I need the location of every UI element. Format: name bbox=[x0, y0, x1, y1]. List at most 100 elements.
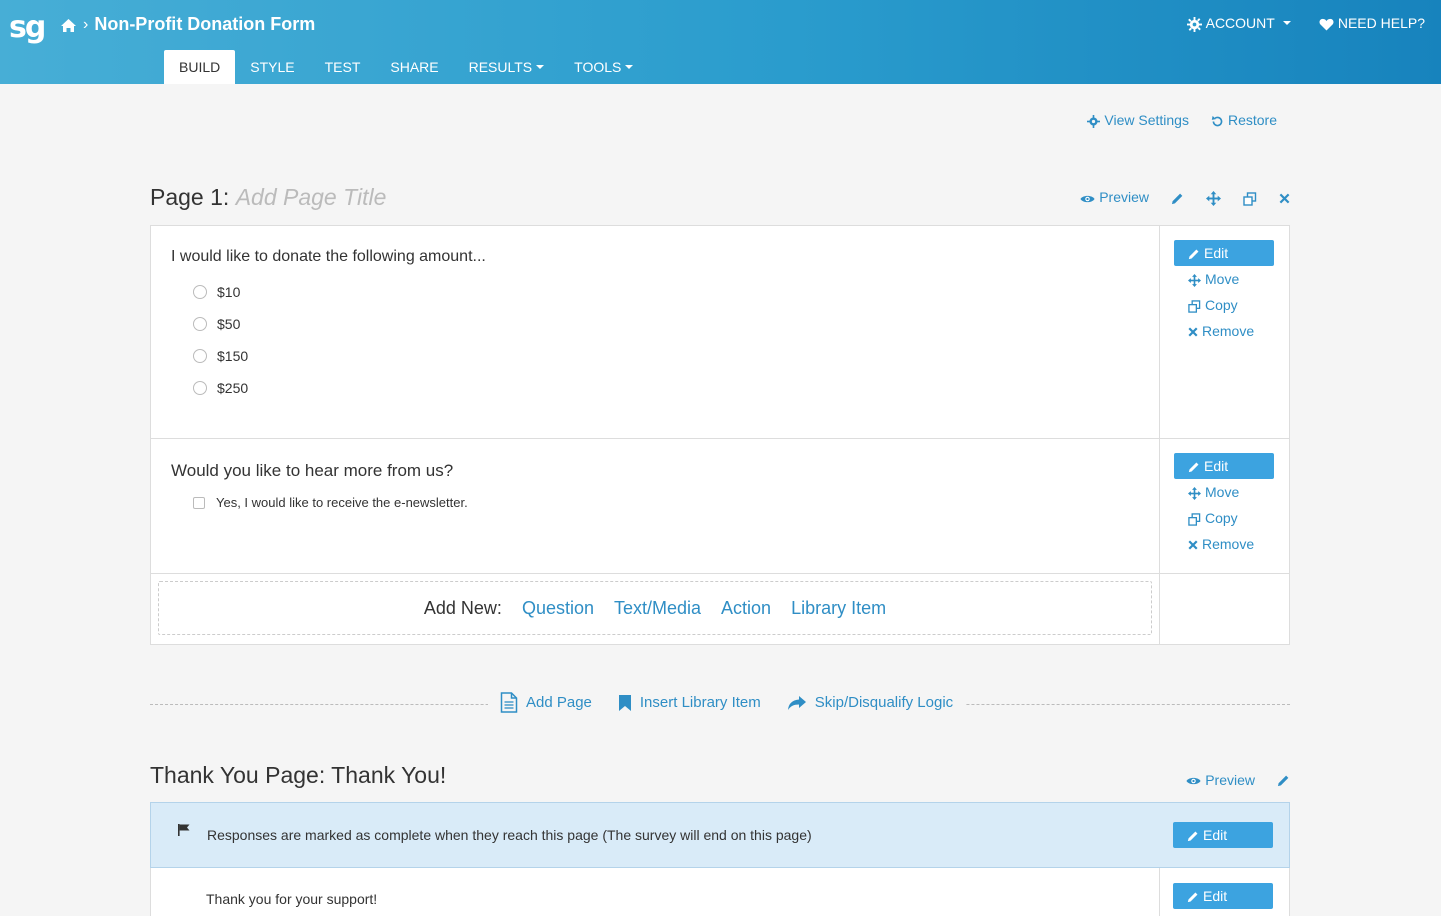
checkbox[interactable] bbox=[193, 497, 205, 509]
add-action-link[interactable]: Action bbox=[721, 598, 771, 619]
question-body[interactable]: Would you like to hear more from us? Yes… bbox=[151, 439, 1160, 573]
account-label: ACCOUNT bbox=[1205, 15, 1275, 32]
move-label: Move bbox=[1205, 484, 1240, 500]
eye-icon bbox=[1186, 772, 1201, 788]
copy-icon bbox=[1188, 297, 1201, 313]
heart-icon bbox=[1319, 15, 1334, 31]
eye-icon bbox=[1080, 189, 1095, 205]
pencil-icon[interactable] bbox=[1277, 772, 1290, 788]
complete-notice-row: Responses are marked as complete when th… bbox=[150, 802, 1290, 868]
radio-button[interactable] bbox=[193, 285, 207, 299]
page-actions: Preview bbox=[1080, 189, 1290, 206]
pencil-icon[interactable] bbox=[1171, 189, 1184, 205]
page-title: Page 1: Add Page Title bbox=[150, 184, 386, 211]
radio-option[interactable]: $10 bbox=[171, 276, 1139, 308]
thank-you-message-row: Thank you for your support! Edit bbox=[151, 868, 1289, 916]
app-logo[interactable]: sg bbox=[9, 10, 46, 45]
message-actions: Edit bbox=[1160, 868, 1289, 916]
remove-link[interactable]: Remove bbox=[1174, 318, 1275, 344]
page-title-placeholder[interactable]: Add Page Title bbox=[236, 184, 387, 210]
survey-title[interactable]: Non-Profit Donation Form bbox=[94, 14, 315, 35]
pencil-icon bbox=[1188, 245, 1200, 261]
restore-icon bbox=[1211, 112, 1224, 128]
home-icon[interactable] bbox=[60, 14, 77, 35]
copy-link[interactable]: Copy bbox=[1174, 505, 1275, 531]
thank-you-title: Thank You Page: Thank You! bbox=[150, 762, 447, 788]
copy-link[interactable]: Copy bbox=[1174, 292, 1275, 318]
page-number-label: Page 1: bbox=[150, 184, 230, 210]
move-link[interactable]: Move bbox=[1174, 479, 1275, 505]
pencil-icon bbox=[1187, 888, 1199, 904]
document-icon bbox=[500, 692, 518, 713]
edit-label: Edit bbox=[1203, 827, 1228, 843]
tab-build[interactable]: BUILD bbox=[164, 50, 236, 84]
skip-logic-link[interactable]: Skip/Disqualify Logic bbox=[787, 694, 953, 711]
question-row: I would like to donate the following amo… bbox=[151, 226, 1289, 439]
help-menu[interactable]: NEED HELP? bbox=[1319, 15, 1425, 32]
add-new-label: Add New: bbox=[423, 597, 502, 618]
edit-label: Edit bbox=[1203, 888, 1228, 904]
copy-icon[interactable] bbox=[1243, 189, 1257, 206]
question-title: I would like to donate the following amo… bbox=[171, 248, 486, 265]
edit-button[interactable]: Edit bbox=[1174, 240, 1274, 266]
move-icon[interactable] bbox=[1206, 189, 1221, 206]
tab-style[interactable]: STYLE bbox=[235, 50, 309, 84]
notice-actions: Edit bbox=[1160, 803, 1289, 867]
question-row: Would you like to hear more from us? Yes… bbox=[151, 439, 1289, 574]
radio-button[interactable] bbox=[193, 349, 207, 363]
radio-button[interactable] bbox=[193, 317, 207, 331]
share-arrow-icon bbox=[787, 694, 807, 711]
build-toolbar: View Settings Restore bbox=[1087, 112, 1277, 128]
help-label: NEED HELP? bbox=[1337, 15, 1425, 32]
question-actions: Edit Move Copy Remove bbox=[1160, 439, 1289, 573]
tab-test[interactable]: TEST bbox=[310, 50, 376, 84]
remove-link[interactable]: Remove bbox=[1174, 531, 1275, 557]
add-question-link[interactable]: Question bbox=[522, 598, 594, 619]
option-label: $50 bbox=[217, 316, 241, 332]
view-settings-link[interactable]: View Settings bbox=[1087, 112, 1189, 128]
bookmark-icon bbox=[618, 693, 632, 711]
add-page-link[interactable]: Add Page bbox=[500, 692, 592, 713]
radio-option[interactable]: $50 bbox=[171, 308, 1139, 340]
page-1-header: Page 1: Add Page Title Preview bbox=[150, 184, 1290, 211]
page-preview-link[interactable]: Preview bbox=[1080, 189, 1149, 205]
tab-label: TOOLS bbox=[574, 59, 622, 75]
add-new-box: Add New: Question Text/Media Action Libr… bbox=[158, 581, 1152, 635]
tab-tools[interactable]: TOOLS bbox=[559, 50, 648, 84]
radio-button[interactable] bbox=[193, 381, 207, 395]
move-link[interactable]: Move bbox=[1174, 266, 1275, 292]
page-insert-actions: Add Page Insert Library Item Skip/Disqua… bbox=[488, 692, 966, 713]
add-new-area: Add New: Question Text/Media Action Libr… bbox=[151, 574, 1160, 644]
tab-label: TEST bbox=[324, 59, 361, 75]
preview-label: Preview bbox=[1205, 771, 1255, 788]
view-settings-label: View Settings bbox=[1104, 112, 1189, 128]
add-library-item-link[interactable]: Library Item bbox=[791, 598, 886, 619]
edit-button[interactable]: Edit bbox=[1173, 883, 1273, 909]
caret-down-icon bbox=[536, 65, 545, 69]
edit-label: Edit bbox=[1204, 458, 1229, 474]
restore-link[interactable]: Restore bbox=[1211, 112, 1277, 128]
edit-label: Edit bbox=[1204, 245, 1229, 261]
add-text-media-link[interactable]: Text/Media bbox=[614, 598, 701, 619]
thank-you-preview-link[interactable]: Preview bbox=[1186, 772, 1255, 788]
thank-you-message[interactable]: Thank you for your support! bbox=[151, 868, 1160, 916]
insert-library-item-link[interactable]: Insert Library Item bbox=[618, 693, 761, 711]
close-icon[interactable] bbox=[1279, 189, 1290, 205]
radio-option[interactable]: $150 bbox=[171, 340, 1139, 372]
add-new-row: Add New: Question Text/Media Action Libr… bbox=[151, 574, 1289, 644]
thank-you-actions: Preview bbox=[1186, 772, 1290, 788]
checkbox-option[interactable]: Yes, I would like to receive the e-newsl… bbox=[171, 491, 1139, 523]
tab-share[interactable]: SHARE bbox=[375, 50, 453, 84]
option-label: $10 bbox=[217, 284, 241, 300]
chevron-right-icon: › bbox=[83, 15, 89, 33]
tab-results[interactable]: RESULTS bbox=[454, 50, 560, 84]
option-label: Yes, I would like to receive the e-newsl… bbox=[216, 495, 468, 510]
account-menu[interactable]: ACCOUNT bbox=[1186, 15, 1291, 32]
question-body[interactable]: I would like to donate the following amo… bbox=[151, 226, 1160, 438]
radio-option[interactable]: $250 bbox=[171, 372, 1139, 404]
edit-button[interactable]: Edit bbox=[1173, 822, 1273, 848]
edit-button[interactable]: Edit bbox=[1174, 453, 1274, 479]
pencil-icon bbox=[1187, 827, 1199, 843]
thank-you-header: Thank You Page: Thank You! Preview bbox=[150, 762, 1290, 789]
tab-label: STYLE bbox=[250, 59, 295, 75]
